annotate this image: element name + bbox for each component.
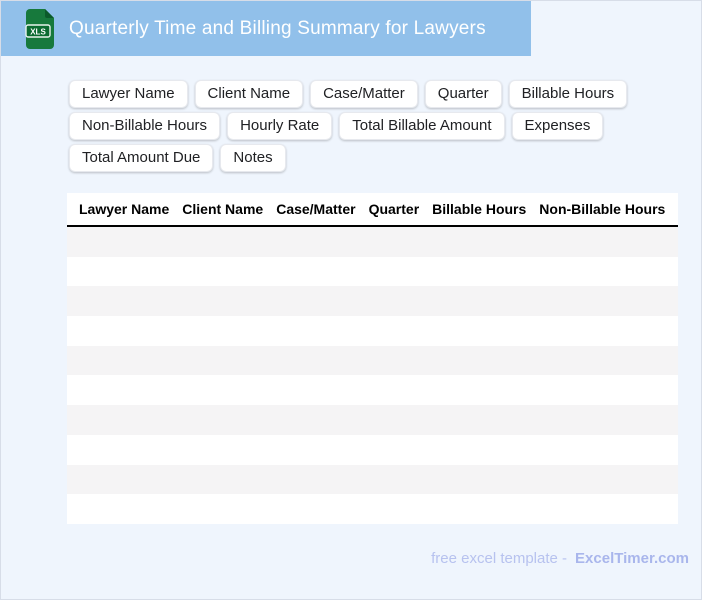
column-header: Case/Matter bbox=[276, 201, 356, 217]
field-chip[interactable]: Quarter bbox=[424, 80, 502, 108]
column-header: Billable Hours bbox=[432, 201, 527, 217]
page: XLS Quarterly Time and Billing Summary f… bbox=[0, 0, 702, 600]
table-body bbox=[67, 227, 678, 524]
field-chip[interactable]: Notes bbox=[220, 144, 286, 172]
table-row bbox=[67, 494, 678, 524]
field-chip[interactable]: Client Name bbox=[194, 80, 304, 108]
table-row bbox=[67, 286, 678, 317]
table-row bbox=[67, 316, 678, 346]
table-row bbox=[67, 434, 678, 465]
footer: free excel template - ExcelTimer.com bbox=[1, 550, 701, 567]
column-header: Quarter bbox=[368, 201, 420, 217]
table-row bbox=[67, 256, 678, 287]
field-chip[interactable]: Total Amount Due bbox=[69, 144, 214, 172]
column-header: Lawyer Name bbox=[79, 201, 170, 217]
field-chip[interactable]: Case/Matter bbox=[310, 80, 418, 108]
xls-file-icon: XLS bbox=[25, 8, 54, 49]
header: XLS Quarterly Time and Billing Summary f… bbox=[1, 1, 531, 56]
field-chips: Lawyer Name Client Name Case/Matter Quarter… bbox=[69, 80, 689, 172]
summary-table: Lawyer Name Client Name Case/Matter Quarter… bbox=[67, 193, 678, 524]
table-row bbox=[67, 405, 678, 435]
footer-brand-link[interactable]: ExcelTimer.com bbox=[575, 550, 689, 567]
table-row bbox=[67, 375, 678, 406]
field-chip[interactable]: Hourly Rate bbox=[227, 112, 333, 140]
field-chip[interactable]: Expenses bbox=[511, 112, 604, 140]
field-chip[interactable]: Non-Billable Hours bbox=[69, 112, 221, 140]
footer-text: free excel template - bbox=[431, 549, 568, 567]
field-chip[interactable]: Lawyer Name bbox=[69, 80, 188, 108]
field-chip[interactable]: Total Billable Amount bbox=[339, 112, 505, 140]
page-title: Quarterly Time and Billing Summary for L… bbox=[69, 17, 486, 39]
table-row bbox=[67, 227, 678, 257]
svg-text:XLS: XLS bbox=[30, 27, 46, 36]
column-header: Non-Billable Hours bbox=[539, 201, 666, 217]
table-row bbox=[67, 464, 678, 495]
table-row bbox=[67, 345, 678, 376]
table-header-row: Lawyer Name Client Name Case/Matter Quarter… bbox=[67, 193, 678, 227]
column-header: Client Name bbox=[182, 201, 264, 217]
field-chip[interactable]: Billable Hours bbox=[508, 80, 628, 108]
